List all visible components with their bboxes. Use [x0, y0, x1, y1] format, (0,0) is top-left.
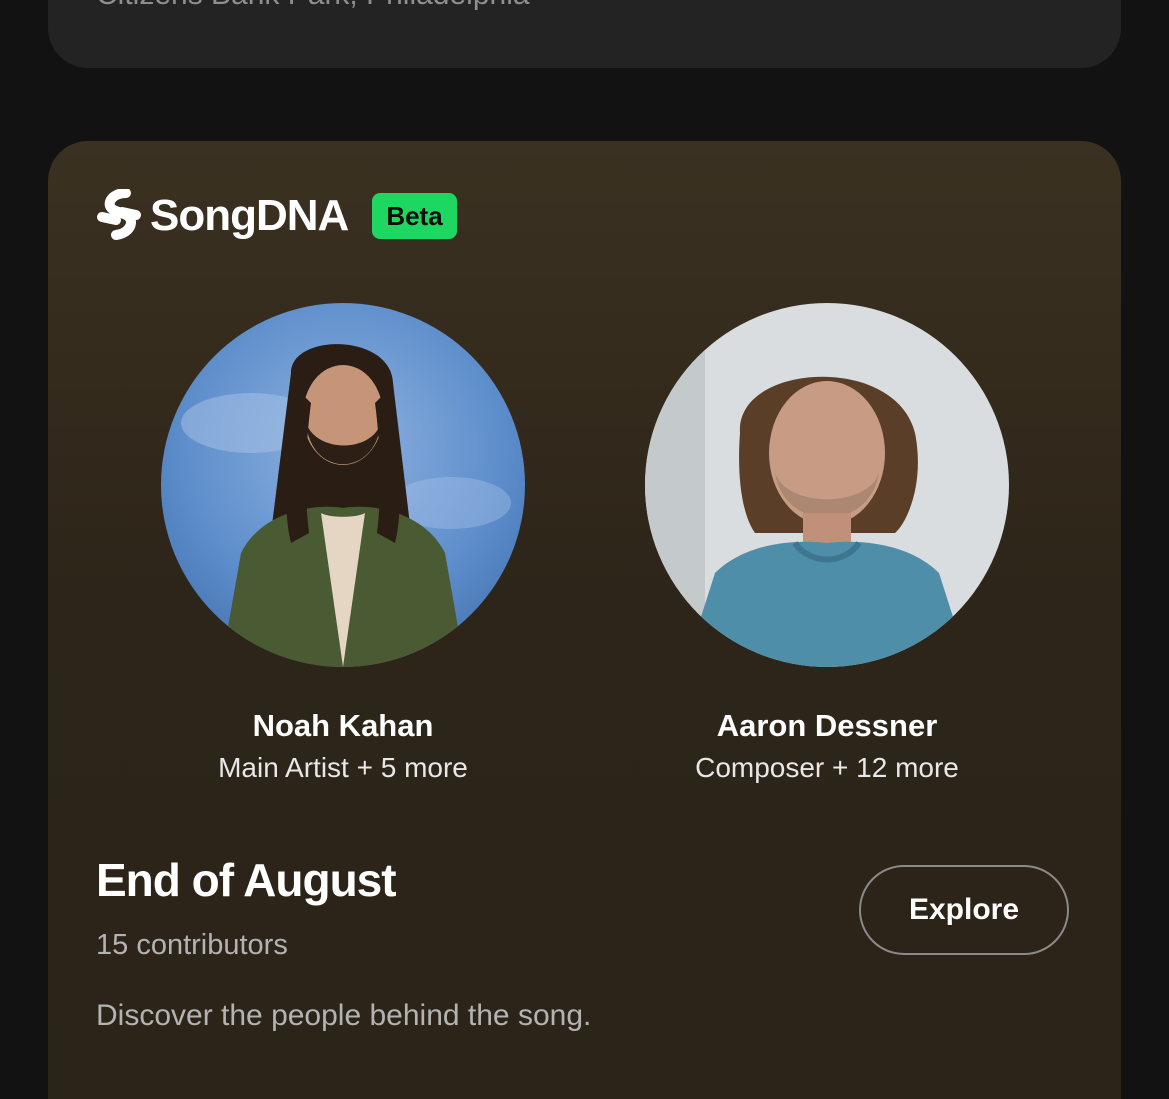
concert-card[interactable]: Citizens Bank Park, Philadelphia — [48, 0, 1121, 68]
artist-photo — [161, 303, 525, 667]
page: Citizens Bank Park, Philadelphia SongDNA… — [0, 0, 1169, 1099]
song-title: End of August — [96, 854, 397, 906]
artist-role: Composer + 12 more — [695, 752, 959, 784]
artist-photo — [645, 303, 1009, 667]
artist-role: Main Artist + 5 more — [218, 752, 468, 784]
artist-avatar[interactable] — [645, 303, 1009, 667]
songdna-card: SongDNA Beta Noah Kahan Main Artist + 5 … — [48, 141, 1121, 1099]
beta-badge: Beta — [372, 193, 457, 239]
songdna-logo-icon — [97, 189, 141, 240]
contributors-count: 15 contributors — [96, 929, 288, 961]
artist-name: Noah Kahan — [252, 708, 434, 743]
venue-text: Citizens Bank Park, Philadelphia — [96, 0, 530, 12]
artist-card[interactable]: Aaron Dessner Composer + 12 more — [642, 303, 1012, 787]
artist-name: Aaron Dessner — [716, 708, 938, 743]
artist-card[interactable]: Noah Kahan Main Artist + 5 more — [158, 303, 528, 787]
explore-button[interactable]: Explore — [859, 865, 1069, 955]
artist-avatar[interactable] — [161, 303, 525, 667]
tagline: Discover the people behind the song. — [96, 999, 592, 1032]
songdna-title: SongDNA — [150, 191, 349, 240]
songdna-header: SongDNA Beta — [96, 187, 457, 245]
